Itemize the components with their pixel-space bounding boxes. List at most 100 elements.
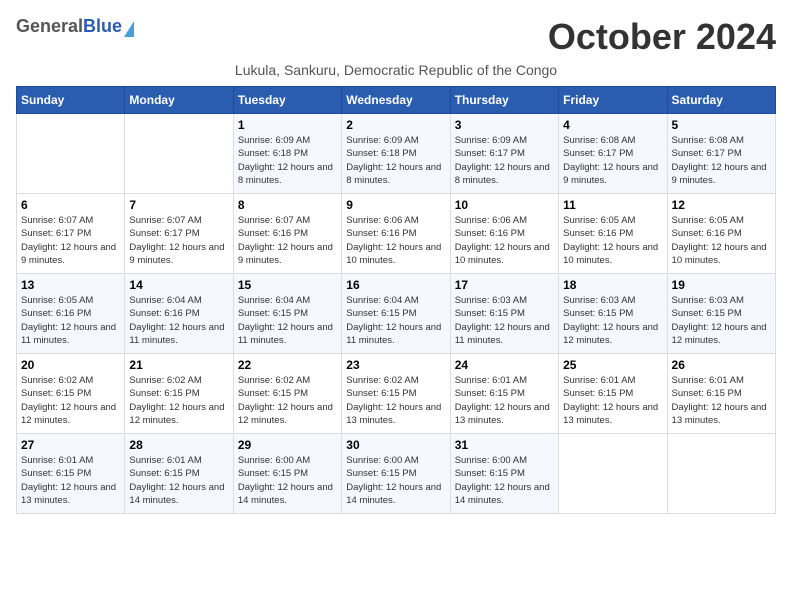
calendar-cell (17, 114, 125, 194)
calendar-week-row: 6 Sunrise: 6:07 AM Sunset: 6:17 PM Daylig… (17, 194, 776, 274)
weekday-header-cell: Thursday (450, 87, 558, 114)
calendar-cell: 9 Sunrise: 6:06 AM Sunset: 6:16 PM Daylig… (342, 194, 450, 274)
calendar-body: 1 Sunrise: 6:09 AM Sunset: 6:18 PM Daylig… (17, 114, 776, 514)
day-info: Sunrise: 6:00 AM Sunset: 6:15 PM Dayligh… (238, 454, 337, 507)
day-number: 1 (238, 118, 337, 132)
day-info: Sunrise: 6:00 AM Sunset: 6:15 PM Dayligh… (346, 454, 445, 507)
day-number: 11 (563, 198, 662, 212)
logo: General Blue (16, 16, 134, 37)
day-info: Sunrise: 6:03 AM Sunset: 6:15 PM Dayligh… (672, 294, 771, 347)
calendar-cell: 16 Sunrise: 6:04 AM Sunset: 6:15 PM Dayli… (342, 274, 450, 354)
day-number: 8 (238, 198, 337, 212)
day-number: 12 (672, 198, 771, 212)
day-number: 10 (455, 198, 554, 212)
calendar-cell: 31Sunrise: 6:00 AM Sunset: 6:15 PM Dayli… (450, 434, 558, 514)
calendar-cell: 7 Sunrise: 6:07 AM Sunset: 6:17 PM Daylig… (125, 194, 233, 274)
calendar-cell: 11 Sunrise: 6:05 AM Sunset: 6:16 PM Dayli… (559, 194, 667, 274)
day-info: Sunrise: 6:04 AM Sunset: 6:15 PM Dayligh… (346, 294, 445, 347)
calendar-cell (559, 434, 667, 514)
day-info: Sunrise: 6:04 AM Sunset: 6:15 PM Dayligh… (238, 294, 337, 347)
day-number: 9 (346, 198, 445, 212)
day-number: 26 (672, 358, 771, 372)
calendar-cell: 1Sunrise: 6:09 AM Sunset: 6:18 PM Daylig… (233, 114, 341, 194)
calendar-cell: 2Sunrise: 6:09 AM Sunset: 6:18 PM Daylig… (342, 114, 450, 194)
calendar-cell: 27 Sunrise: 6:01 AM Sunset: 6:15 PM Dayli… (17, 434, 125, 514)
day-info: Sunrise: 6:06 AM Sunset: 6:16 PM Dayligh… (346, 214, 445, 267)
day-number: 22 (238, 358, 337, 372)
weekday-header-row: SundayMondayTuesdayWednesdayThursdayFrid… (17, 87, 776, 114)
calendar-cell: 19 Sunrise: 6:03 AM Sunset: 6:15 PM Dayli… (667, 274, 775, 354)
subtitle: Lukula, Sankuru, Democratic Republic of … (16, 62, 776, 78)
day-number: 3 (455, 118, 554, 132)
day-info: Sunrise: 6:05 AM Sunset: 6:16 PM Dayligh… (563, 214, 662, 267)
day-info: Sunrise: 6:07 AM Sunset: 6:16 PM Dayligh… (238, 214, 337, 267)
day-number: 29 (238, 438, 337, 452)
weekday-header-cell: Sunday (17, 87, 125, 114)
logo-icon (124, 21, 134, 37)
day-info: Sunrise: 6:06 AM Sunset: 6:16 PM Dayligh… (455, 214, 554, 267)
day-info: Sunrise: 6:07 AM Sunset: 6:17 PM Dayligh… (129, 214, 228, 267)
day-number: 18 (563, 278, 662, 292)
calendar-cell: 5Sunrise: 6:08 AM Sunset: 6:17 PM Daylig… (667, 114, 775, 194)
day-number: 27 (21, 438, 120, 452)
day-info: Sunrise: 6:05 AM Sunset: 6:16 PM Dayligh… (672, 214, 771, 267)
day-info: Sunrise: 6:02 AM Sunset: 6:15 PM Dayligh… (346, 374, 445, 427)
day-number: 4 (563, 118, 662, 132)
calendar-cell: 30 Sunrise: 6:00 AM Sunset: 6:15 PM Dayli… (342, 434, 450, 514)
logo-blue: Blue (83, 16, 122, 37)
calendar-cell: 28 Sunrise: 6:01 AM Sunset: 6:15 PM Dayli… (125, 434, 233, 514)
day-number: 7 (129, 198, 228, 212)
day-info: Sunrise: 6:00 AM Sunset: 6:15 PM Dayligh… (455, 454, 554, 507)
weekday-header-cell: Monday (125, 87, 233, 114)
day-info: Sunrise: 6:03 AM Sunset: 6:15 PM Dayligh… (455, 294, 554, 347)
calendar-cell: 20 Sunrise: 6:02 AM Sunset: 6:15 PM Dayli… (17, 354, 125, 434)
calendar-cell: 8 Sunrise: 6:07 AM Sunset: 6:16 PM Daylig… (233, 194, 341, 274)
calendar-week-row: 20 Sunrise: 6:02 AM Sunset: 6:15 PM Dayli… (17, 354, 776, 434)
day-info: Sunrise: 6:09 AM Sunset: 6:18 PM Dayligh… (346, 134, 445, 187)
month-title: October 2024 (548, 16, 776, 58)
day-info: Sunrise: 6:01 AM Sunset: 6:15 PM Dayligh… (455, 374, 554, 427)
day-number: 30 (346, 438, 445, 452)
calendar-cell: 4Sunrise: 6:08 AM Sunset: 6:17 PM Daylig… (559, 114, 667, 194)
day-info: Sunrise: 6:01 AM Sunset: 6:15 PM Dayligh… (21, 454, 120, 507)
day-number: 23 (346, 358, 445, 372)
weekday-header-cell: Saturday (667, 87, 775, 114)
day-info: Sunrise: 6:07 AM Sunset: 6:17 PM Dayligh… (21, 214, 120, 267)
calendar-cell: 25 Sunrise: 6:01 AM Sunset: 6:15 PM Dayli… (559, 354, 667, 434)
page-header: General Blue October 2024 (16, 16, 776, 58)
calendar-cell: 23 Sunrise: 6:02 AM Sunset: 6:15 PM Dayli… (342, 354, 450, 434)
day-number: 6 (21, 198, 120, 212)
day-info: Sunrise: 6:01 AM Sunset: 6:15 PM Dayligh… (563, 374, 662, 427)
calendar-cell: 10 Sunrise: 6:06 AM Sunset: 6:16 PM Dayli… (450, 194, 558, 274)
day-info: Sunrise: 6:02 AM Sunset: 6:15 PM Dayligh… (129, 374, 228, 427)
day-number: 24 (455, 358, 554, 372)
weekday-header-cell: Wednesday (342, 87, 450, 114)
calendar-cell: 26Sunrise: 6:01 AM Sunset: 6:15 PM Dayli… (667, 354, 775, 434)
calendar-cell: 17Sunrise: 6:03 AM Sunset: 6:15 PM Dayli… (450, 274, 558, 354)
calendar-cell: 13Sunrise: 6:05 AM Sunset: 6:16 PM Dayli… (17, 274, 125, 354)
logo-general: General (16, 16, 83, 37)
calendar-cell: 15 Sunrise: 6:04 AM Sunset: 6:15 PM Dayli… (233, 274, 341, 354)
calendar-cell: 12 Sunrise: 6:05 AM Sunset: 6:16 PM Dayli… (667, 194, 775, 274)
day-info: Sunrise: 6:02 AM Sunset: 6:15 PM Dayligh… (21, 374, 120, 427)
day-info: Sunrise: 6:01 AM Sunset: 6:15 PM Dayligh… (129, 454, 228, 507)
day-number: 15 (238, 278, 337, 292)
weekday-header-cell: Friday (559, 87, 667, 114)
calendar-cell: 24 Sunrise: 6:01 AM Sunset: 6:15 PM Dayli… (450, 354, 558, 434)
day-number: 5 (672, 118, 771, 132)
calendar-cell (125, 114, 233, 194)
calendar-cell: 18Sunrise: 6:03 AM Sunset: 6:15 PM Dayli… (559, 274, 667, 354)
calendar-cell: 21 Sunrise: 6:02 AM Sunset: 6:15 PM Dayli… (125, 354, 233, 434)
day-number: 19 (672, 278, 771, 292)
day-number: 20 (21, 358, 120, 372)
calendar-table: SundayMondayTuesdayWednesdayThursdayFrid… (16, 86, 776, 514)
day-number: 28 (129, 438, 228, 452)
calendar-week-row: 27 Sunrise: 6:01 AM Sunset: 6:15 PM Dayli… (17, 434, 776, 514)
day-number: 16 (346, 278, 445, 292)
day-number: 14 (129, 278, 228, 292)
day-info: Sunrise: 6:02 AM Sunset: 6:15 PM Dayligh… (238, 374, 337, 427)
day-info: Sunrise: 6:04 AM Sunset: 6:16 PM Dayligh… (129, 294, 228, 347)
day-number: 21 (129, 358, 228, 372)
calendar-cell: 22 Sunrise: 6:02 AM Sunset: 6:15 PM Dayli… (233, 354, 341, 434)
day-number: 25 (563, 358, 662, 372)
